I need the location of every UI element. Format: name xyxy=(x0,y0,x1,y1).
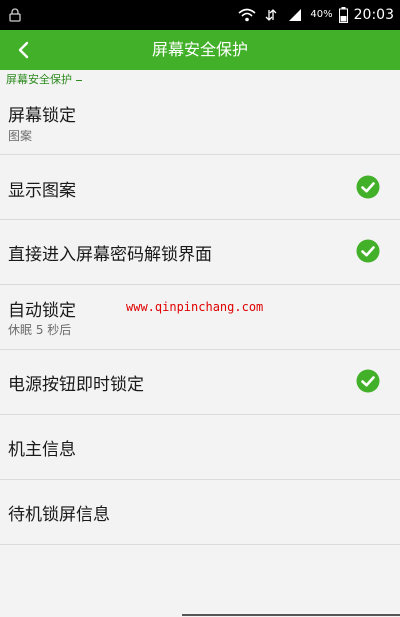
setting-owner-info[interactable]: 机主信息 xyxy=(0,415,400,479)
bottom-edge-line xyxy=(182,614,400,616)
setting-power-button-lock[interactable]: 电源按钮即时锁定 xyxy=(0,350,400,414)
setting-lockscreen-info[interactable]: 待机锁屏信息 xyxy=(0,480,400,544)
setting-title: 显示图案 xyxy=(8,181,76,201)
app-bar: 屏幕安全保护 xyxy=(0,30,400,70)
page-title: 屏幕安全保护 xyxy=(151,40,248,59)
status-right: 40% 20:03 xyxy=(238,0,394,30)
setting-direct-unlock[interactable]: 直接进入屏幕密码解锁界面 xyxy=(0,220,400,284)
setting-auto-lock[interactable]: 自动锁定 休眠 5 秒后 xyxy=(0,285,400,349)
section-header-divider xyxy=(76,79,82,81)
watermark-text: www.qinpinchang.com xyxy=(126,300,264,314)
divider xyxy=(0,544,400,545)
screen: 40% 20:03 屏幕安全保护 屏幕安全保护 屏幕锁定 图案 显示图案 直接进… xyxy=(0,0,400,617)
setting-subtitle: 图案 xyxy=(8,129,33,143)
clock: 20:03 xyxy=(353,7,394,23)
check-circle-icon[interactable] xyxy=(356,369,380,393)
section-header: 屏幕安全保护 xyxy=(6,72,82,88)
setting-title: 电源按钮即时锁定 xyxy=(8,375,144,395)
setting-title: 直接进入屏幕密码解锁界面 xyxy=(8,245,212,265)
battery-icon xyxy=(338,7,348,23)
lock-notification-icon xyxy=(9,8,21,22)
signal-icon xyxy=(286,7,304,23)
setting-show-pattern[interactable]: 显示图案 xyxy=(0,155,400,219)
check-circle-icon[interactable] xyxy=(356,175,380,199)
setting-screen-lock[interactable]: 屏幕锁定 图案 xyxy=(0,90,400,154)
check-circle-icon[interactable] xyxy=(356,239,380,263)
battery-percentage: 40% xyxy=(310,9,333,20)
data-sync-icon xyxy=(262,7,280,23)
setting-subtitle: 休眠 5 秒后 xyxy=(8,323,72,337)
wifi-icon xyxy=(238,7,256,23)
setting-title: 机主信息 xyxy=(8,440,76,460)
status-bar: 40% 20:03 xyxy=(0,0,400,30)
section-header-label: 屏幕安全保护 xyxy=(6,73,72,86)
setting-title: 自动锁定 xyxy=(8,301,76,321)
setting-title: 待机锁屏信息 xyxy=(8,505,110,525)
setting-title: 屏幕锁定 xyxy=(8,106,76,126)
